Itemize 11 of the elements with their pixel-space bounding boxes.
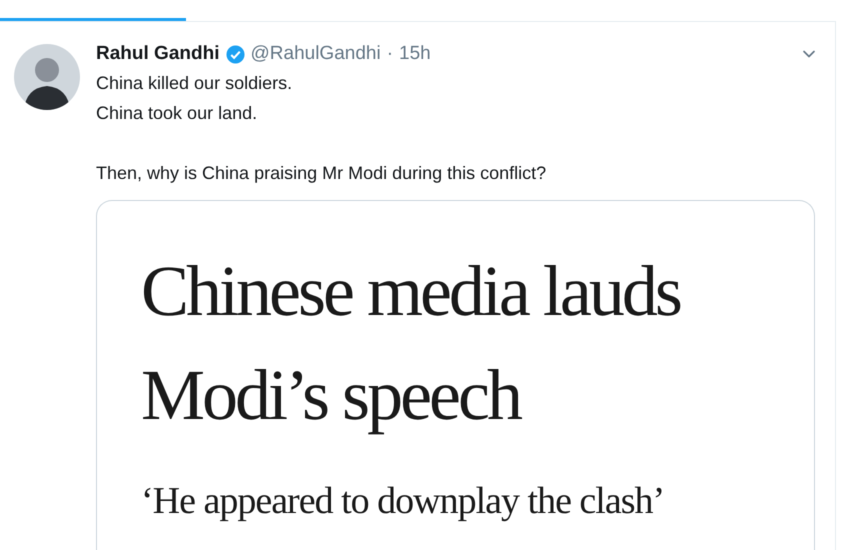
subheadline: ‘He appeared to downplay the clash’ xyxy=(141,479,666,524)
author-handle[interactable]: @RahulGandhi xyxy=(250,42,381,66)
tweet-text: China took our land. xyxy=(96,102,258,125)
timestamp[interactable]: 15h xyxy=(399,42,431,66)
headline: Chinese media lauds xyxy=(141,250,682,333)
headline: Modi’s speech xyxy=(141,354,522,437)
author-name[interactable]: Rahul Gandhi xyxy=(96,42,220,66)
tweet-text: Then, why is China praising Mr Modi during this conflict? xyxy=(96,162,548,185)
media-card[interactable]: Chinese media lauds Modi’s speech ‘He appeared to downplay the clash’ xyxy=(96,200,815,550)
tweet-text: China killed our soldiers. xyxy=(96,72,294,95)
separator: · xyxy=(386,42,394,66)
